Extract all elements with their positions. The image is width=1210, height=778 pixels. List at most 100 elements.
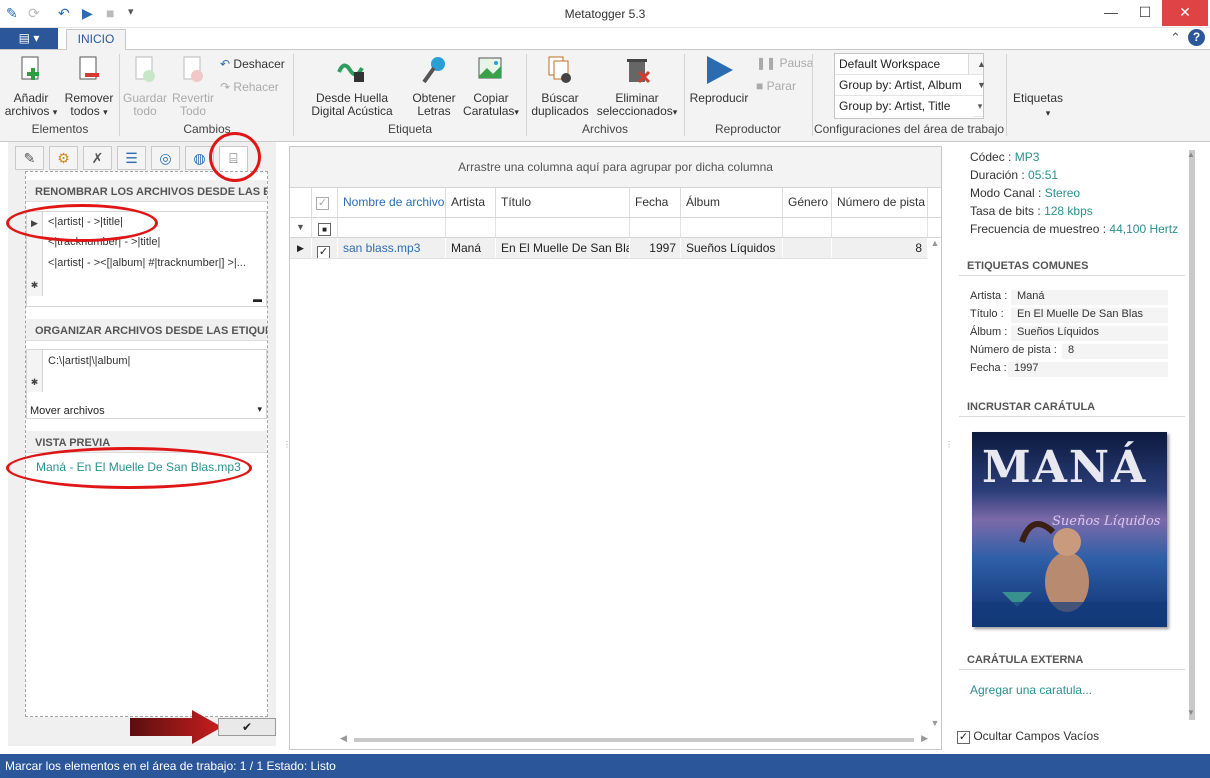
organize-pattern[interactable]: C:\|artist|\|album| bbox=[48, 355, 130, 367]
tags-dropdown[interactable]: Etiquetas ▾ bbox=[1013, 91, 1063, 119]
tag-row-title[interactable]: Título : En El Muelle De San Blas bbox=[970, 308, 1168, 323]
scripts-icon[interactable]: ⚙ bbox=[49, 146, 78, 170]
cell-artist[interactable]: Maná bbox=[446, 238, 496, 258]
cell-album[interactable]: Sueños Líquidos bbox=[681, 238, 783, 258]
tag-row-track[interactable]: Número de pista :8 bbox=[970, 344, 1168, 359]
cell-date[interactable]: 1997 bbox=[630, 238, 681, 258]
chevron-down-icon[interactable]: ▾ bbox=[257, 404, 262, 415]
hide-empty-fields-checkbox[interactable]: ✓ Ocultar Campos Vacíos bbox=[957, 729, 1099, 744]
column-genre[interactable]: Género bbox=[783, 188, 832, 217]
tag-row-artist[interactable]: Artista : Maná bbox=[970, 290, 1168, 305]
scroll-down-icon[interactable]: ▼ bbox=[1187, 708, 1195, 717]
bitrate-row: Tasa de bits : 128 kbps bbox=[970, 204, 1093, 218]
external-cover-header: CARÁTULA EXTERNA bbox=[959, 650, 1185, 670]
maximize-button[interactable]: ☐ bbox=[1128, 0, 1162, 26]
workspace-list[interactable]: Default Workspace Group by: Artist, Albu… bbox=[834, 53, 986, 119]
revert-all-button[interactable]: Revertir Todo bbox=[170, 54, 216, 118]
cell-track[interactable]: 8 bbox=[832, 238, 928, 258]
filter-cell[interactable] bbox=[832, 218, 928, 237]
workspace-item[interactable]: Default Workspace bbox=[835, 54, 983, 75]
add-cover-link[interactable]: Agregar una caratula... bbox=[970, 683, 1092, 697]
stop-button[interactable]: ■ Parar bbox=[756, 79, 796, 93]
filter-icon[interactable]: ▼ bbox=[290, 218, 312, 237]
web-search-icon[interactable]: ◎ bbox=[151, 146, 180, 170]
right-splitter[interactable]: ⋮ bbox=[945, 440, 953, 449]
duplicates-icon bbox=[548, 56, 571, 83]
undo-button[interactable]: ↶ Deshacer bbox=[220, 57, 285, 71]
workspace-item[interactable]: Group by: Artist, Title bbox=[835, 96, 983, 117]
get-lyrics-button[interactable]: Obtener Letras bbox=[410, 54, 458, 118]
group-changes-label: Cambios bbox=[183, 122, 231, 136]
status-bar: Marcar los elementos en el área de traba… bbox=[0, 754, 1210, 778]
group-elements-label: Elementos bbox=[31, 122, 89, 136]
album-cover-image[interactable]: MANÁ Sueños Líquidos bbox=[972, 432, 1167, 627]
filter-cell[interactable] bbox=[783, 218, 832, 237]
find-duplicates-button[interactable]: Búscar duplicados bbox=[530, 54, 590, 118]
tab-inicio[interactable]: INICIO bbox=[66, 29, 126, 51]
redo-button[interactable]: ↷ Rehacer bbox=[220, 80, 279, 94]
table-row[interactable]: ▶ ✓ san blass.mp3 Maná En El Muelle De S… bbox=[290, 238, 928, 259]
filter-cell[interactable] bbox=[446, 218, 496, 237]
tag-row-date[interactable]: Fecha :1997 bbox=[970, 362, 1168, 377]
window-title: Metatogger 5.3 bbox=[564, 7, 646, 21]
left-splitter[interactable]: ⋮ bbox=[283, 440, 291, 449]
workspace-item[interactable]: Group by: Artist, Album bbox=[835, 75, 983, 96]
add-files-button[interactable]: Añadir archivos ▾ bbox=[4, 54, 58, 119]
horizontal-scroll-thumb[interactable] bbox=[354, 738, 914, 742]
collapse-ribbon-icon[interactable]: ⌃ bbox=[1170, 30, 1181, 46]
filter-cell[interactable] bbox=[681, 218, 783, 237]
remove-all-button[interactable]: Remover todos ▾ bbox=[62, 54, 116, 119]
scroll-up-icon[interactable]: ▲ bbox=[1187, 150, 1195, 159]
tag-editor-icon[interactable]: ✎ bbox=[15, 146, 44, 170]
cell-genre[interactable] bbox=[783, 238, 832, 258]
delete-selected-button[interactable]: Eliminar seleccionados▾ bbox=[594, 54, 680, 119]
column-filename[interactable]: Nombre de archivo bbox=[338, 188, 446, 217]
codec-row: Códec : MP3 bbox=[970, 150, 1040, 164]
close-button[interactable]: ✕ bbox=[1162, 0, 1208, 26]
row-checkbox[interactable]: ✓ bbox=[312, 238, 338, 258]
column-track[interactable]: Número de pista bbox=[832, 188, 928, 217]
group-files-label: Archivos bbox=[581, 122, 628, 136]
group-player-label: Reproductor bbox=[714, 122, 782, 136]
redo-icon: ↷ bbox=[220, 80, 231, 94]
column-album[interactable]: Álbum bbox=[681, 188, 783, 217]
tag-row-album[interactable]: Álbum : Sueños Líquidos bbox=[970, 326, 1168, 341]
filter-cell[interactable] bbox=[630, 218, 681, 237]
stop-icon: ■ bbox=[756, 79, 764, 93]
cell-title[interactable]: En El Muelle De San Blas bbox=[496, 238, 630, 258]
filter-checkbox[interactable]: ■ bbox=[312, 218, 338, 237]
file-grid-panel: Arrastre una columna aquí para agrupar p… bbox=[289, 146, 942, 750]
select-all-checkbox[interactable]: ✓ bbox=[312, 188, 338, 217]
horizontal-scrollbar[interactable]: ◀ ▶ bbox=[340, 733, 928, 747]
help-icon[interactable]: ? bbox=[1188, 29, 1205, 46]
filter-cell[interactable] bbox=[338, 218, 446, 237]
rename-pattern[interactable]: <|artist| - ><[|album| #|tracknumber|] >… bbox=[48, 257, 246, 269]
remove-file-icon bbox=[79, 56, 99, 80]
filter-cell[interactable] bbox=[496, 218, 630, 237]
vertical-scrollbar[interactable]: ▲ ▼ bbox=[929, 238, 941, 728]
group-by-area[interactable]: Arrastre una columna aquí para agrupar p… bbox=[290, 147, 941, 188]
embed-cover-header: INCRUSTAR CARÁTULA bbox=[959, 397, 1185, 417]
apply-rename-button[interactable]: ✔ bbox=[218, 718, 276, 736]
workspace-scroll[interactable]: ▲ ▼ ▾ bbox=[968, 54, 986, 117]
cell-filename[interactable]: san blass.mp3 bbox=[338, 238, 446, 258]
organize-patterns-grid[interactable]: ✱ C:\|artist|\|album| Mover archivos ▾ bbox=[26, 349, 267, 419]
tag-cleaner-icon[interactable]: ✗ bbox=[83, 146, 112, 170]
fingerprint-button[interactable]: Desde Huella Digital Acústica bbox=[298, 54, 406, 118]
right-panel-scrollbar[interactable] bbox=[1189, 150, 1195, 720]
minimize-button[interactable]: — bbox=[1094, 0, 1128, 26]
column-title[interactable]: Título bbox=[496, 188, 630, 217]
channel-row: Modo Canal : Stereo bbox=[970, 186, 1081, 200]
pause-button[interactable]: ❚❚ Pausa bbox=[756, 56, 813, 70]
copy-covers-button[interactable]: Copiar Caratulas▾ bbox=[460, 54, 522, 119]
column-date[interactable]: Fecha bbox=[630, 188, 681, 217]
play-icon bbox=[707, 56, 733, 84]
tree-icon[interactable]: ☰ bbox=[117, 146, 146, 170]
image-copy-icon bbox=[478, 57, 502, 79]
save-all-button[interactable]: Guardar todo bbox=[122, 54, 168, 118]
play-button[interactable]: Reproducir bbox=[688, 54, 750, 105]
column-artist[interactable]: Artista bbox=[446, 188, 496, 217]
file-menu-button[interactable]: ▤ ▾ bbox=[0, 28, 58, 49]
move-files-dropdown[interactable]: Mover archivos bbox=[30, 405, 105, 417]
resize-handle[interactable]: ▬ bbox=[253, 294, 262, 304]
